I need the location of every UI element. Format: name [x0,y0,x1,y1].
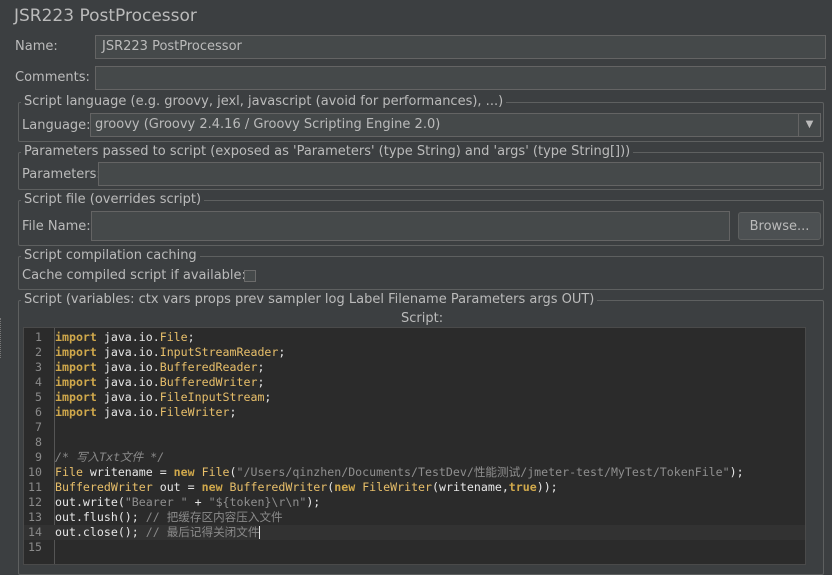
code-line[interactable]: 10 File writename = new File("/Users/qinz… [24,465,805,480]
page-title: JSR223 PostProcessor [14,6,197,26]
line-number: 11 [28,480,42,494]
code-line[interactable]: 3 import java.io.BufferedReader; [24,360,805,375]
caching-legend: Script compilation caching [21,248,200,263]
comments-field[interactable] [95,66,826,90]
line-number: 7 [35,420,42,434]
language-select[interactable]: groovy (Groovy 2.4.16 / Groovy Scripting… [90,113,821,137]
chevron-down-icon[interactable]: ▼ [798,114,820,136]
code-text: BufferedWriter out = new BufferedWriter(… [55,480,558,494]
code-editor[interactable]: 1 import java.io.File; 2 import java.io.Inp… [23,327,806,565]
line-number: 4 [35,375,42,389]
code-text: out.write("Bearer " + "${token}\r\n"); [55,495,321,509]
file-name-field[interactable] [91,211,730,241]
code-text: import java.io.FileWriter; [55,405,237,419]
name-label: Name: [15,39,58,54]
code-text: import java.io.FileInputStream; [55,390,272,404]
scroll-marker [0,318,4,358]
cache-checkbox[interactable] [244,270,256,282]
code-line[interactable]: 6 import java.io.FileWriter; [24,405,805,420]
line-number: 14 [28,525,42,539]
line-number: 5 [35,390,42,404]
code-text: import java.io.File; [55,330,195,344]
line-number: 8 [35,435,42,449]
code-line[interactable]: 7 [24,420,805,435]
line-number: 6 [35,405,42,419]
language-label: Language: [22,118,91,133]
line-number: 2 [35,345,42,359]
script-file-legend: Script file (overrides script) [21,192,205,207]
code-line[interactable]: 13 out.flush(); // 把缓存区内容压入文件 [24,510,805,525]
line-number: 3 [35,360,42,374]
line-number: 10 [28,465,42,479]
file-name-label: File Name: [22,219,91,234]
line-number: 15 [28,540,42,554]
code-line[interactable]: 9 /* 写入Txt文件 */ [24,450,805,465]
code-text: File writename = new File("/Users/qinzhe… [55,465,744,479]
comments-label: Comments: [15,70,90,85]
code-text: import java.io.InputStreamReader; [55,345,286,359]
line-number: 13 [28,510,42,524]
script-language-legend: Script language (e.g. groovy, jexl, java… [21,94,507,109]
script-legend: Script (variables: ctx vars props prev s… [21,292,598,307]
code-line[interactable]: 4 import java.io.BufferedWriter; [24,375,805,390]
code-text: import java.io.BufferedWriter; [55,375,265,389]
line-number: 12 [28,495,42,509]
browse-button[interactable]: Browse... [738,212,821,240]
code-line[interactable]: 14 out.close(); // 最后记得关闭文件 [24,525,805,540]
script-header: Script: [401,311,444,326]
code-line[interactable]: 15 [24,540,805,555]
parameters-label: Parameters: [22,167,101,182]
code-text: import java.io.BufferedReader; [55,360,265,374]
code-line[interactable]: 12 out.write("Bearer " + "${token}\r\n"); [24,495,805,510]
code-line[interactable]: 5 import java.io.FileInputStream; [24,390,805,405]
code-line[interactable]: 2 import java.io.InputStreamReader; [24,345,805,360]
line-number: 9 [35,450,42,464]
parameters-field[interactable] [98,162,821,186]
code-text: out.close(); // 最后记得关闭文件 [55,525,261,539]
code-line[interactable]: 11 BufferedWriter out = new BufferedWrite… [24,480,805,495]
parameters-legend: Parameters passed to script (exposed as … [21,144,634,159]
line-number: 1 [35,330,42,344]
code-text: out.flush(); // 把缓存区内容压入文件 [55,510,283,524]
code-line[interactable]: 1 import java.io.File; [24,330,805,345]
code-line[interactable]: 8 [24,435,805,450]
cache-label: Cache compiled script if available: [22,268,246,283]
code-text: /* 写入Txt文件 */ [55,450,165,464]
name-field[interactable]: JSR223 PostProcessor [95,35,826,59]
text-caret [259,526,261,539]
language-value: groovy (Groovy 2.4.16 / Groovy Scripting… [95,117,441,132]
